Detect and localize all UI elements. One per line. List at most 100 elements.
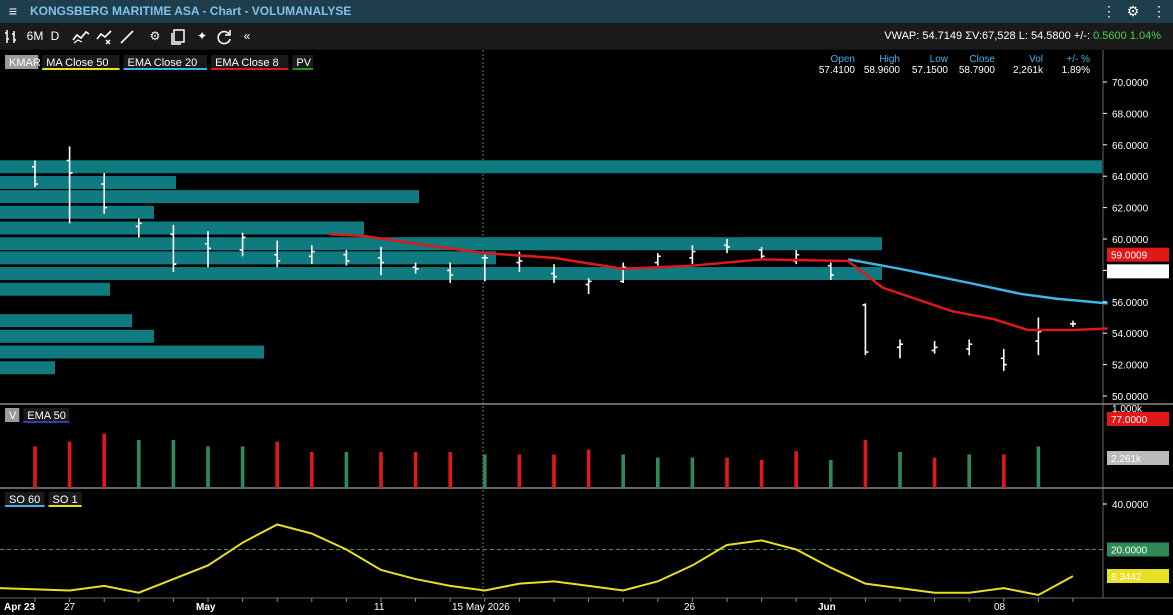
- ohlc-header-label: Vol: [1029, 54, 1043, 65]
- volume-bar: [552, 454, 556, 488]
- change-value: 0.5600: [1093, 30, 1127, 42]
- volume-bar: [1036, 446, 1041, 488]
- volume-profile-bar: [0, 329, 154, 343]
- volume-bar: [67, 441, 72, 488]
- volume-bar: [171, 440, 176, 488]
- gear-icon[interactable]: ⚙: [147, 28, 163, 45]
- chart-toolbar: 6M D ⚙ ✦ « VWAP: 54.7149 ΣV:67,528 L: 54…: [0, 23, 1173, 50]
- volume-bar: [310, 452, 314, 488]
- so-tag-current-text: 8.3442: [1111, 572, 1142, 583]
- x-axis-label: 11: [374, 602, 385, 613]
- legend-item: MA Close 50: [42, 55, 120, 70]
- volume-bar: [656, 457, 660, 488]
- price-tick-label: 60.0000: [1112, 235, 1149, 246]
- volume-profile-bar: [0, 160, 1102, 174]
- price-tick-label: 52.0000: [1112, 361, 1149, 372]
- x-axis-label: Apr 23: [4, 602, 36, 613]
- volume-bar: [759, 460, 764, 488]
- so-legend-item: SO 60: [5, 492, 45, 507]
- volume-bar: [586, 449, 591, 488]
- volume-profile-bar: [0, 282, 110, 296]
- price-tick-label: 64.0000: [1112, 172, 1149, 183]
- x-axis-label: 26: [684, 602, 696, 613]
- volume-value: 67,528: [982, 30, 1016, 42]
- x-axis-label: Jun: [818, 602, 836, 613]
- volume-label: ΣV:: [965, 30, 983, 42]
- ohlc-header-value: 57.4100: [819, 65, 856, 76]
- volume-profile-bar: [0, 345, 264, 359]
- chart-background: [0, 50, 1173, 615]
- legend-label: MA Close 50: [46, 57, 108, 69]
- window-title: KONGSBERG MARITIME ASA - Chart - VOLUMAN…: [30, 4, 352, 18]
- so-tick-label: 40.0000: [1112, 500, 1149, 511]
- change-percent: 1.04%: [1129, 30, 1161, 42]
- price-tick-label: 56.0000: [1112, 298, 1149, 309]
- volume-bar: [413, 452, 418, 488]
- volume-bar: [829, 460, 833, 488]
- volume-profile-bar: [0, 314, 132, 328]
- volume-profile-bar: [0, 221, 364, 235]
- collapse-icon[interactable]: «: [240, 28, 254, 45]
- volume-bar: [621, 454, 625, 488]
- volume-bar: [206, 446, 210, 488]
- volume-bar: [275, 441, 279, 488]
- price-tick-label: 50.0000: [1112, 392, 1149, 403]
- volume-legend-item: V: [5, 408, 20, 422]
- volume-bar: [794, 451, 798, 488]
- volume-bar: [690, 457, 695, 488]
- ohlc-header-label: +/- %: [1066, 54, 1090, 65]
- x-axis-label: 08: [994, 602, 1006, 613]
- x-axis-label: 15 May 2026: [452, 602, 510, 613]
- volume-profile-bar: [0, 175, 176, 189]
- menu-icon[interactable]: ≡: [4, 2, 22, 20]
- price-chart[interactable]: 70.0000 68.0000 66.0000 64.0000 62.0000 60.00…: [0, 50, 1173, 615]
- legend-label: KMAR: [9, 57, 41, 69]
- volume-bar: [1002, 454, 1006, 488]
- volume-bar: [483, 454, 487, 488]
- ohlc-header-value: 57.1500: [912, 65, 949, 76]
- price-tick-label: 62.0000: [1112, 204, 1149, 215]
- copy-icon[interactable]: [170, 28, 186, 45]
- vwap-label: VWAP:: [884, 30, 920, 42]
- volume-bar: [517, 454, 522, 488]
- more-vertical-icon[interactable]: ⋮: [1100, 2, 1118, 20]
- x-axis-label: 27: [64, 602, 76, 613]
- compare-icon[interactable]: [96, 28, 114, 45]
- indicators-icon[interactable]: [72, 28, 90, 45]
- last-label: L:: [1018, 30, 1028, 42]
- ohlc-header-label: Close: [969, 54, 995, 65]
- change-label: +/-:: [1073, 30, 1091, 42]
- more-vertical-icon-2[interactable]: ⋮: [1150, 2, 1168, 20]
- volume-bar: [898, 452, 902, 488]
- price-tick-label: 66.0000: [1112, 141, 1149, 152]
- volume-bar: [33, 446, 37, 488]
- interval-selector[interactable]: D: [50, 28, 60, 45]
- so-legend-item: SO 1: [48, 492, 82, 507]
- volume-tag-ema-text: 77.0000: [1111, 415, 1148, 426]
- ohlc-header-value: 58.9600: [864, 65, 901, 76]
- title-bar: ≡ KONGSBERG MARITIME ASA - Chart - VOLUM…: [0, 0, 1173, 23]
- ohlc-header-label: High: [879, 54, 900, 65]
- volume-bar: [967, 454, 971, 488]
- volume-bar: [448, 452, 452, 488]
- price-tag-last-text: 58.7900: [1111, 267, 1148, 278]
- last-value: 54.5800: [1030, 30, 1071, 42]
- volume-profile-bar: [0, 361, 55, 375]
- ohlc-header-value: 2,261k: [1013, 65, 1044, 76]
- legend-label: PV: [296, 57, 311, 69]
- volume-bar: [240, 446, 245, 488]
- legend-label: V: [9, 410, 17, 422]
- ohlc-chart-icon[interactable]: [4, 28, 18, 45]
- settings-icon[interactable]: ⚙: [1124, 2, 1142, 20]
- ohlc-header-value: 1.89%: [1062, 65, 1090, 76]
- legend-label: SO 60: [9, 494, 40, 506]
- crosshair-icon[interactable]: ✦: [194, 28, 210, 45]
- vwap-value: 54.7149: [922, 30, 963, 42]
- refresh-icon[interactable]: [216, 28, 232, 45]
- draw-line-icon[interactable]: [120, 28, 134, 45]
- quote-summary: VWAP: 54.7149 ΣV:67,528 L: 54.5800 +/-: …: [884, 30, 1161, 42]
- legend-label: EMA Close 8: [215, 57, 279, 69]
- volume-profile-bar: [0, 251, 496, 265]
- volume-bar: [932, 457, 937, 488]
- period-selector[interactable]: 6M: [26, 28, 44, 45]
